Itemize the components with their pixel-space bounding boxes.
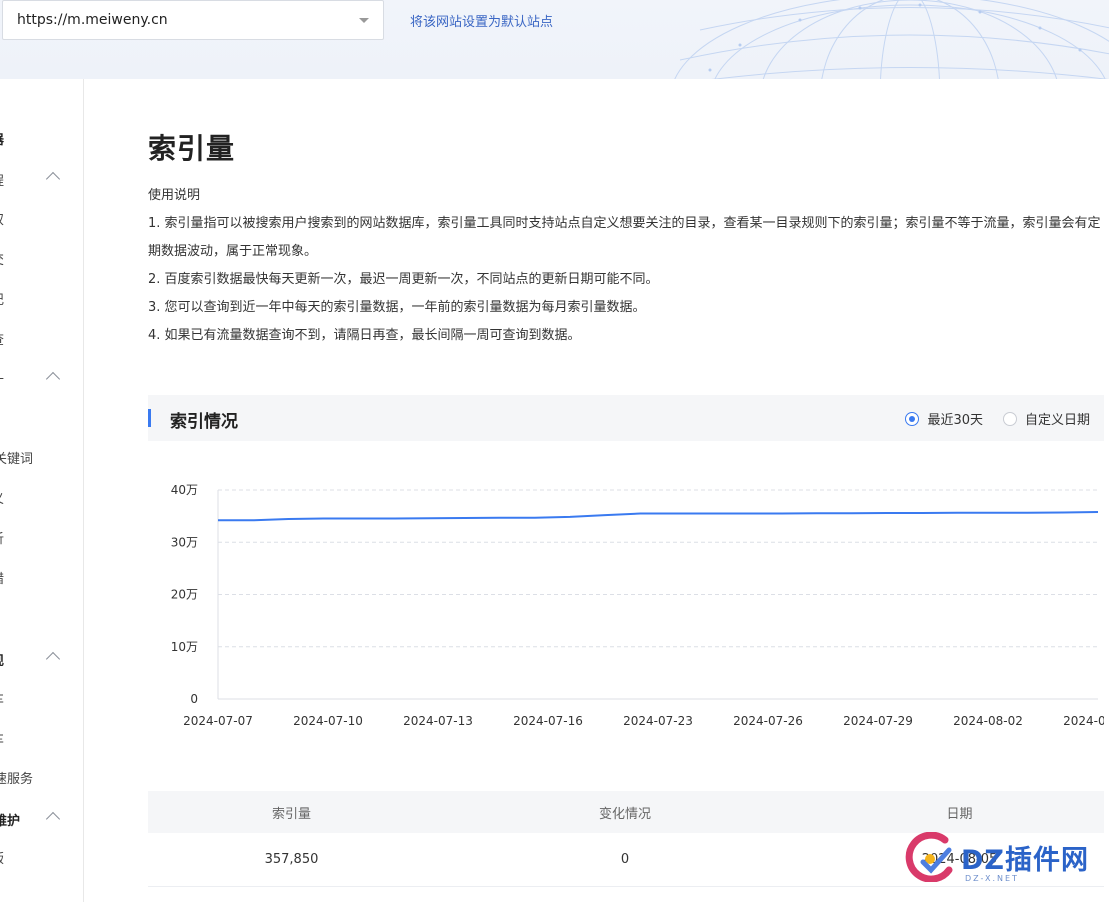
x-tick-label: 2024-07-23 [623,714,693,728]
column-header: 日期 [946,806,973,822]
x-tick-label: 2024-07-16 [513,714,583,728]
index-chart: 0 10万 20万 30万 40万 2024-07-07 2024-07-10 2024-07… [171,483,1104,728]
sidebar-item-15[interactable]: 维护 [0,810,20,829]
sidebar-item-7[interactable]: 关键词 [0,448,33,467]
y-tick-label: 0 [190,692,198,706]
usage-notes: 使用说明 1. 索引量指可以被搜索用户搜索到的网站数据库，索引量工具同时支持站点… [148,182,1108,350]
sidebar-item-13[interactable]: 车 [0,729,4,748]
x-tick-label: 2024-07-29 [843,714,913,728]
sidebar-item-10[interactable]: 错 [0,568,4,587]
usage-line: 4. 如果已有流量数据查询不到，请隔日再查，最长间隔一周可查询到数据。 [148,328,581,343]
x-tick-label: 2024-07-07 [183,714,253,728]
table-header: 索引量 变化情况 日期 [148,791,1104,833]
sidebar-item-3[interactable]: 交 [0,249,4,268]
site-selector[interactable]: https://m.meiweny.cn [2,0,384,40]
watermark-subtext: DZ-X.NET [965,874,1019,883]
sidebar-item-1[interactable]: 程 [0,170,4,189]
usage-line: 3. 您可以查询到近一年中每天的索引量数据，一年前的索引量数据为每月索引量数据。 [148,300,646,315]
y-tick-label: 20万 [171,588,198,602]
radio-last-30-days[interactable]: 最近30天 [905,409,983,428]
x-tick-label: 2024-07-13 [403,714,473,728]
watermark: DZ插件网 DZ-X.NET [905,831,1105,890]
radio-empty-icon[interactable] [1002,411,1017,426]
chevron-up-icon[interactable] [45,171,61,187]
radio-selected-icon[interactable] [905,411,920,426]
x-tick-label: 2024-08-02 [953,714,1023,728]
sidebar-item-14[interactable]: 速服务 [0,768,33,787]
page-title: 索引量 [148,132,236,165]
y-tick-label: 30万 [171,535,198,549]
chevron-up-icon[interactable] [45,811,61,827]
chevron-down-icon[interactable] [359,18,369,23]
chevron-up-icon[interactable] [45,371,61,387]
watermark-logo-icon [905,831,953,883]
sidebar-item-0[interactable]: 器 [0,129,4,148]
usage-heading: 使用说明 [148,188,201,203]
table-cell: 0 [620,852,630,867]
column-header: 变化情况 [598,806,651,822]
sidebar-item-5[interactable]: 查 [0,329,4,348]
watermark-text: DZ插件网 [961,845,1089,876]
index-section-header: 索引情况 最近30天 自定义日期 [148,395,1104,441]
sidebar-item-12[interactable]: 车 [0,689,4,708]
usage-line: 1. 索引量指可以被搜索用户搜索到的网站数据库，索引量工具同时支持站点自定义想要… [148,216,1101,259]
y-tick-label: 10万 [171,640,198,654]
x-tick-label: 2024-07-10 [293,714,363,728]
sidebar-item-6[interactable]: 十 [0,369,4,388]
globe-decoration [674,0,1109,79]
sidebar-item-4[interactable]: 记 [0,289,4,308]
sidebar: 器 程 双 交 记 查 十 关键词 义 析 错 现 车 车 速服务 维护 版 [0,79,84,902]
series-line [218,511,1099,522]
x-tick-label: 2024-08-05 [1063,714,1104,728]
usage-line: 2. 百度索引数据最快每天更新一次，最迟一周更新一次，不同站点的更新日期可能不同… [148,272,659,287]
chevron-up-icon[interactable] [45,651,61,667]
radio-custom-date[interactable]: 自定义日期 [1002,409,1090,428]
sidebar-item-2[interactable]: 双 [0,209,4,228]
date-range-selector: 最近30天 自定义日期 [905,409,1090,428]
sidebar-item-8[interactable]: 义 [0,488,4,507]
table-cell: 357,850 [264,852,319,867]
section-accent [148,409,151,427]
radio-label: 最近30天 [927,413,983,428]
sidebar-item-11[interactable]: 现 [0,650,4,669]
sidebar-item-16[interactable]: 版 [0,848,4,867]
site-url: https://m.meiweny.cn [17,12,168,28]
section-title: 索引情况 [170,412,238,432]
column-header: 索引量 [271,806,311,822]
radio-label: 自定义日期 [1024,413,1090,428]
y-tick-label: 40万 [171,483,198,497]
sidebar-item-9[interactable]: 析 [0,528,4,547]
x-tick-label: 2024-07-26 [733,714,803,728]
main-content: 索引量 使用说明 1. 索引量指可以被搜索用户搜索到的网站数据库，索引量工具同时… [84,79,1109,902]
set-default-site-link[interactable]: 将该网站设置为默认站点 [410,11,553,30]
top-bar: https://m.meiweny.cn 将该网站设置为默认站点 [0,0,1109,79]
